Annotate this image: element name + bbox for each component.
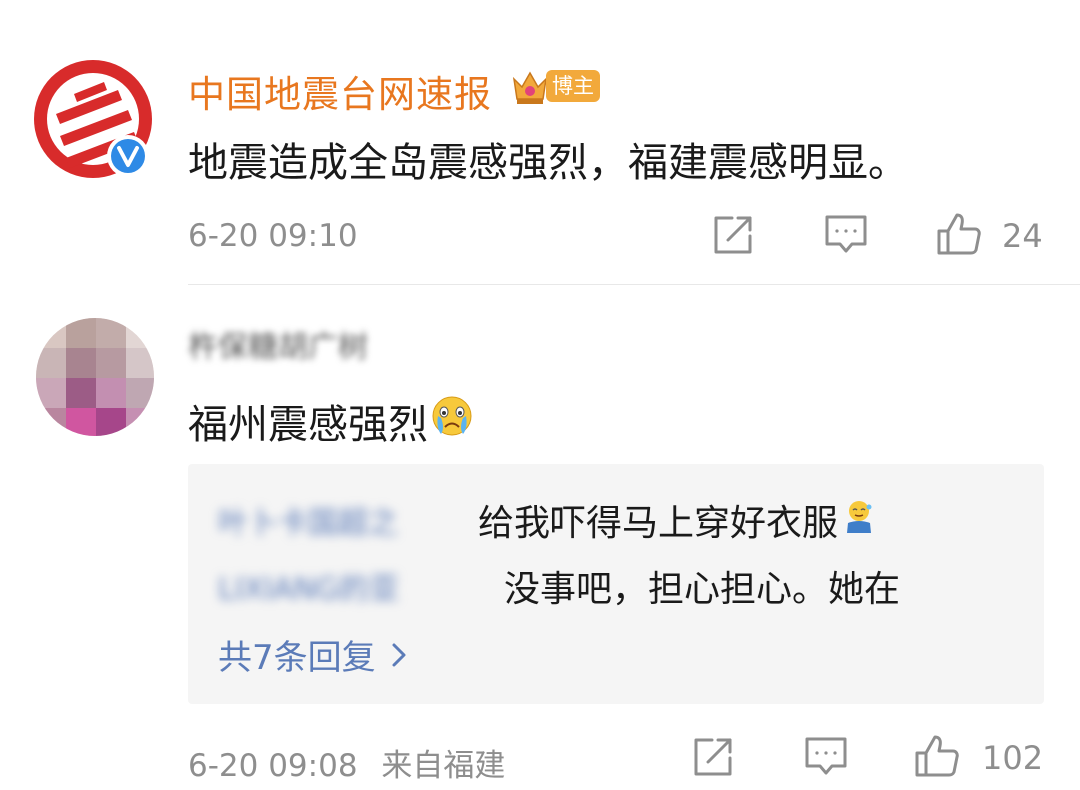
post-time: 6-20 09:10 [188, 218, 358, 254]
post-content: 地震造成全岛震感强烈，福建震感明显。 [188, 140, 908, 186]
reply-item-1: 给我吓得马上穿好衣服 [478, 494, 876, 546]
comment-time: 6-20 09:08 [188, 748, 358, 784]
crying-emoji-icon [430, 394, 474, 448]
post-author-name[interactable]: 中国地震台网速报 [188, 64, 492, 118]
reply-text-1: 给我吓得马上穿好衣服 [478, 503, 839, 544]
commenter-avatar[interactable] [36, 318, 154, 436]
comment-meta: 6-20 09:08 来自福建 [188, 740, 505, 785]
reply-preview-box[interactable]: 叶卜卡国超之 给我吓得马上穿好衣服 LIXIANG的亚 没事吧，担心担心。她在 … [188, 464, 1044, 704]
blogger-badge: 博主 [510, 64, 600, 108]
comment-icon[interactable] [804, 736, 848, 782]
share-icon[interactable] [692, 736, 734, 782]
reply-author-2[interactable]: LIXIANG的亚 [218, 564, 399, 608]
share-icon[interactable] [712, 214, 754, 260]
comment-icon[interactable] [824, 214, 868, 260]
badge-label: 博主 [546, 70, 600, 102]
post-like-count: 24 [1002, 217, 1043, 255]
comment-like-count: 102 [982, 739, 1044, 777]
reply-text-2: 没事吧，担心担心。她在 [504, 569, 901, 610]
commenter-name[interactable]: 杵保糖胡广树 [188, 322, 368, 366]
crown-icon [510, 65, 550, 107]
sweat-emoji-icon [842, 497, 876, 544]
comment-location: 来自福建 [381, 748, 506, 784]
more-replies-label[interactable]: 共7条回复 [218, 630, 376, 679]
divider [188, 284, 1080, 285]
comment-content-row: 福州震感强烈 [188, 392, 474, 450]
more-replies-link[interactable]: 共7条回复 [218, 630, 408, 679]
reply-author-1[interactable]: 叶卜卡国超之 [218, 498, 398, 542]
like-icon[interactable] [914, 734, 960, 782]
like-icon[interactable] [936, 212, 982, 260]
verified-icon [106, 134, 150, 178]
comment-content: 福州震感强烈 [188, 402, 428, 448]
chevron-right-icon [390, 642, 408, 668]
